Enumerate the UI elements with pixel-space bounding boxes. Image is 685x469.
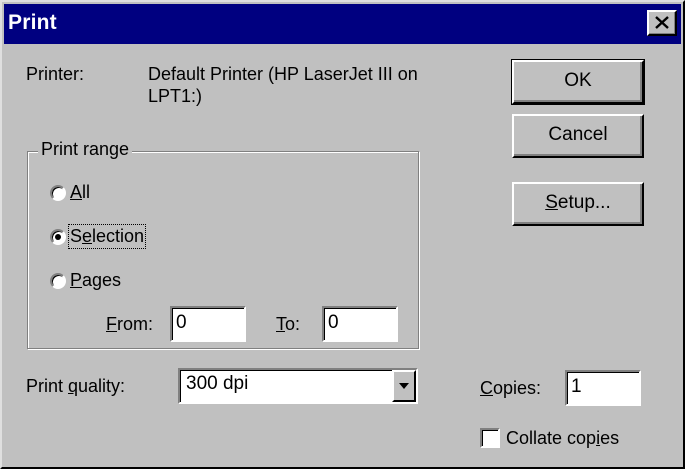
radio-all-circle[interactable] — [50, 184, 66, 201]
print-quality-value: 300 dpi — [186, 373, 249, 394]
radio-all-mnemonic: A — [70, 182, 83, 202]
dropdown-button[interactable] — [392, 370, 416, 402]
copies-label: Copies: — [480, 378, 541, 399]
collate-checkbox[interactable] — [480, 428, 500, 448]
setup-button[interactable]: Setup... — [512, 182, 644, 226]
print-quality-rest: uality: — [78, 376, 126, 396]
radio-selection[interactable]: Selection — [50, 224, 147, 249]
to-rest: o: — [285, 314, 301, 334]
window-title: Print — [8, 11, 57, 34]
close-icon — [655, 16, 669, 29]
collate-pre: Collate cop — [506, 428, 597, 448]
radio-selection-rest: lection — [92, 226, 145, 246]
print-quality-pre: Print — [26, 376, 69, 396]
cancel-button[interactable]: Cancel — [512, 114, 644, 158]
radio-pages-circle[interactable] — [50, 272, 66, 289]
radio-selected-dot — [55, 233, 61, 240]
title-bar[interactable]: Print — [4, 4, 681, 44]
radio-selection-pre: S — [70, 226, 83, 246]
from-label: From: — [106, 314, 153, 335]
setup-label: etup... — [557, 192, 611, 213]
print-range-legend: Print range — [38, 139, 133, 160]
collate-rest: es — [600, 428, 620, 448]
print-quality-select[interactable]: 300 dpi — [178, 368, 418, 404]
close-button[interactable] — [647, 10, 677, 36]
printer-label: Printer: — [26, 64, 85, 84]
radio-all-rest: ll — [82, 182, 91, 202]
from-input[interactable]: 0 — [170, 306, 246, 342]
radio-all[interactable]: All — [50, 182, 90, 203]
copies-mnemonic: C — [480, 378, 493, 398]
to-input[interactable]: 0 — [322, 306, 398, 342]
copies-rest: opies: — [493, 378, 542, 398]
ok-button[interactable]: OK — [511, 59, 645, 105]
radio-selection-circle[interactable] — [50, 228, 66, 245]
radio-pages-mnemonic: P — [70, 270, 83, 290]
print-quality-mnemonic: q — [68, 376, 79, 396]
radio-all-label: All — [70, 182, 90, 203]
radio-pages-label: Pages — [70, 270, 121, 291]
chevron-down-icon — [399, 383, 409, 389]
radio-pages-rest: ages — [82, 270, 122, 290]
copies-input[interactable]: 1 — [565, 370, 641, 406]
radio-pages[interactable]: Pages — [50, 270, 121, 291]
collate-label[interactable]: Collate copies — [506, 428, 619, 449]
from-rest: rom: — [117, 314, 153, 334]
printer-name-line2: LPT1:) — [148, 86, 203, 106]
to-label: To: — [276, 314, 300, 335]
setup-mnemonic: S — [545, 192, 558, 213]
print-quality-label: Print quality: — [26, 376, 125, 397]
to-mnemonic: T — [276, 314, 285, 334]
radio-selection-label: Selection — [67, 224, 147, 249]
from-mnemonic: F — [106, 314, 117, 334]
printer-name-line1: Default Printer (HP LaserJet III on — [148, 64, 418, 84]
print-dialog: Print Printer: Default Printer (HP Laser… — [0, 0, 685, 469]
radio-selection-mnemonic: e — [82, 226, 93, 246]
